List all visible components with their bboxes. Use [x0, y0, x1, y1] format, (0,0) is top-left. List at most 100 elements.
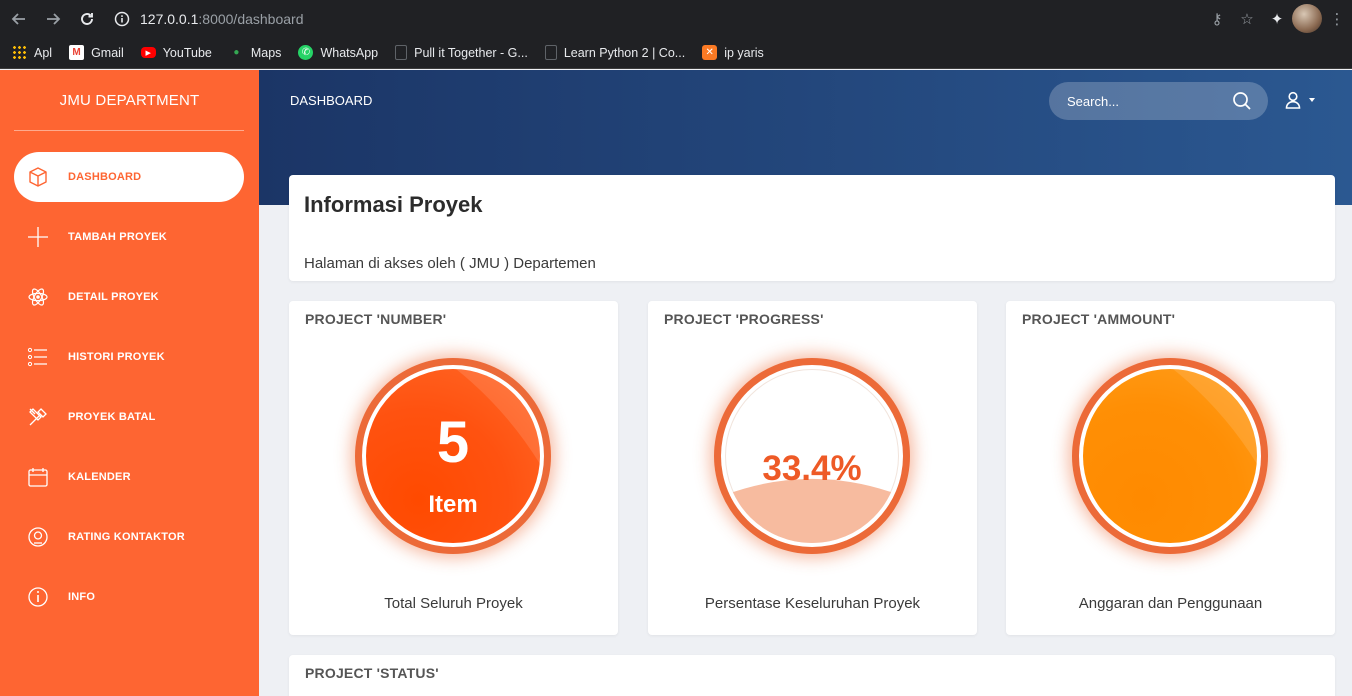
- info-title: Informasi Proyek: [304, 192, 483, 217]
- bookmark-item[interactable]: Pull it Together - G...: [395, 45, 528, 60]
- circle-fill: [1083, 369, 1257, 543]
- project-progress-card: PROJECT 'PROGRESS' 33.4% Persentase Kese…: [648, 301, 977, 635]
- card-footer: Total Seluruh Proyek: [384, 595, 523, 612]
- circle-ring: [1079, 365, 1261, 547]
- number-circle: 5 Item: [355, 358, 551, 554]
- sidebar: JMU DEPARTMENT DASHBOARD TAMBAH PROYEK DET…: [0, 70, 259, 696]
- search-icon[interactable]: [1232, 91, 1252, 111]
- card-title: PROJECT 'AMMOUNT': [1022, 311, 1176, 327]
- whatsapp-icon: ✆: [298, 45, 314, 60]
- sidebar-item-tambah-proyek[interactable]: TAMBAH PROYEK: [14, 212, 244, 262]
- back-button[interactable]: [4, 4, 34, 34]
- badge-icon-svg: [28, 527, 48, 547]
- brand-divider: [14, 130, 244, 131]
- url-text[interactable]: 127.0.0.1:8000/dashboard: [140, 11, 303, 27]
- url-path: :8000/dashboard: [198, 10, 304, 27]
- amount-circle: [1072, 358, 1268, 554]
- card-footer: Persentase Keseluruhan Proyek: [704, 595, 921, 612]
- sidebar-item-label: PROYEK BATAL: [68, 411, 156, 423]
- user-icon: [1285, 91, 1301, 109]
- browser-toolbar: 127.0.0.1:8000/dashboard ⚷ ☆ ✦ ⋮: [0, 0, 1352, 37]
- bookmark-item[interactable]: Learn Python 2 | Co...: [544, 45, 686, 60]
- sidebar-item-histori-proyek[interactable]: HISTORI PROYEK: [14, 332, 244, 382]
- card-title: PROJECT 'STATUS': [305, 665, 439, 681]
- bookmark-item[interactable]: Apl: [12, 45, 52, 60]
- bookmark-item[interactable]: ✕ ip yaris: [702, 45, 764, 60]
- bookmark-label: ip yaris: [724, 45, 764, 60]
- menu-dots-icon[interactable]: ⋮: [1322, 4, 1352, 33]
- shine-shape: [1173, 369, 1257, 464]
- key-icon[interactable]: ⚷: [1202, 4, 1232, 33]
- info-icon-svg: [28, 587, 48, 607]
- calendar-icon: [26, 465, 50, 489]
- reload-icon: [81, 12, 93, 25]
- sidebar-item-rating-kontaktor[interactable]: RATING KONTAKTOR: [14, 512, 244, 562]
- bookmark-label: YouTube: [162, 45, 212, 60]
- bookmark-item[interactable]: ▶ YouTube: [140, 45, 212, 60]
- doc-icon: [395, 45, 408, 60]
- bookmark-label: WhatsApp: [320, 45, 379, 60]
- star-icon[interactable]: ☆: [1232, 4, 1262, 33]
- sidebar-item-label: KALENDER: [68, 471, 131, 483]
- box-icon: [26, 165, 50, 189]
- sidebar-item-label: HISTORI PROYEK: [68, 351, 165, 363]
- box-icon-svg: [29, 167, 47, 187]
- calendar-icon-svg: [28, 468, 48, 487]
- bookmarks-bar: Apl M Gmail ▶ YouTube ● Maps ✆ WhatsApp Pull it T…: [0, 37, 1352, 69]
- atom-icon: [26, 285, 50, 309]
- bookmark-label: Apl: [34, 45, 53, 60]
- search-input[interactable]: [1067, 93, 1217, 109]
- list-icon: [26, 345, 50, 369]
- avatar: [1292, 4, 1322, 33]
- address-bar[interactable]: 127.0.0.1:8000/dashboard: [106, 4, 1256, 33]
- sidebar-item-label: INFO: [68, 591, 96, 603]
- reload-button[interactable]: [72, 4, 102, 34]
- extensions-icon[interactable]: ✦: [1262, 4, 1292, 33]
- sidebar-item-info[interactable]: INFO: [14, 572, 244, 622]
- card-footer: Anggaran dan Penggunaan: [1078, 595, 1263, 612]
- tools-icon: [26, 405, 50, 429]
- browser-actions: ⚷ ☆ ✦ ⋮: [1202, 4, 1352, 33]
- plus-icon: [26, 225, 50, 249]
- circle-fill: 5 Item: [366, 369, 540, 543]
- circle-ring: 5 Item: [362, 365, 544, 547]
- site-info-icon[interactable]: [114, 11, 130, 27]
- sidebar-item-label: DETAIL PROYEK: [68, 291, 159, 303]
- bookmark-item[interactable]: M Gmail: [69, 45, 124, 60]
- info-icon: [26, 585, 50, 609]
- profile-button[interactable]: [1292, 4, 1322, 33]
- list-icon-svg: [27, 347, 47, 367]
- plus-icon-svg: [28, 227, 48, 247]
- card-title: PROJECT 'PROGRESS': [664, 311, 824, 327]
- project-status-card: PROJECT 'STATUS': [289, 655, 1335, 696]
- sidebar-item-proyek-batal[interactable]: PROYEK BATAL: [14, 392, 244, 442]
- sidebar-item-label: TAMBAH PROYEK: [68, 231, 167, 243]
- arrow-left-icon: [11, 12, 25, 25]
- doc-icon: [544, 45, 557, 60]
- badge-icon: [26, 525, 50, 549]
- circle-ring: 33.4%: [721, 365, 903, 547]
- project-number-card: PROJECT 'NUMBER' 5 Item Total Seluruh Pr…: [289, 301, 618, 635]
- progress-percent: 33.4%: [762, 449, 862, 488]
- sidebar-item-dashboard[interactable]: DASHBOARD: [14, 152, 244, 202]
- search-box[interactable]: [1049, 82, 1268, 120]
- project-count: 5: [436, 410, 470, 475]
- sidebar-item-kalender[interactable]: KALENDER: [14, 452, 244, 502]
- forward-button[interactable]: [38, 4, 68, 34]
- bookmark-item[interactable]: ● Maps: [229, 45, 281, 60]
- xampp-icon: ✕: [702, 45, 718, 60]
- bookmark-label: Learn Python 2 | Co...: [563, 45, 686, 60]
- info-subtitle: Halaman di akses oleh ( JMU ) Departemen: [304, 255, 596, 272]
- brand-title: JMU DEPARTMENT: [59, 92, 200, 109]
- url-host: 127.0.0.1: [140, 10, 199, 27]
- sidebar-item-label: RATING KONTAKTOR: [68, 531, 185, 543]
- bookmark-label: Gmail: [91, 45, 124, 60]
- sidebar-item-detail-proyek[interactable]: DETAIL PROYEK: [14, 272, 244, 322]
- progress-circle: 33.4%: [714, 358, 910, 554]
- user-menu[interactable]: [1283, 90, 1315, 110]
- tools-icon-svg: [29, 408, 47, 426]
- bookmark-item[interactable]: ✆ WhatsApp: [298, 45, 378, 60]
- project-amount-card: PROJECT 'AMMOUNT' Anggaran dan Penggunaa…: [1006, 301, 1335, 635]
- atom-icon-svg: [28, 288, 48, 306]
- project-count-unit: Item: [428, 491, 478, 518]
